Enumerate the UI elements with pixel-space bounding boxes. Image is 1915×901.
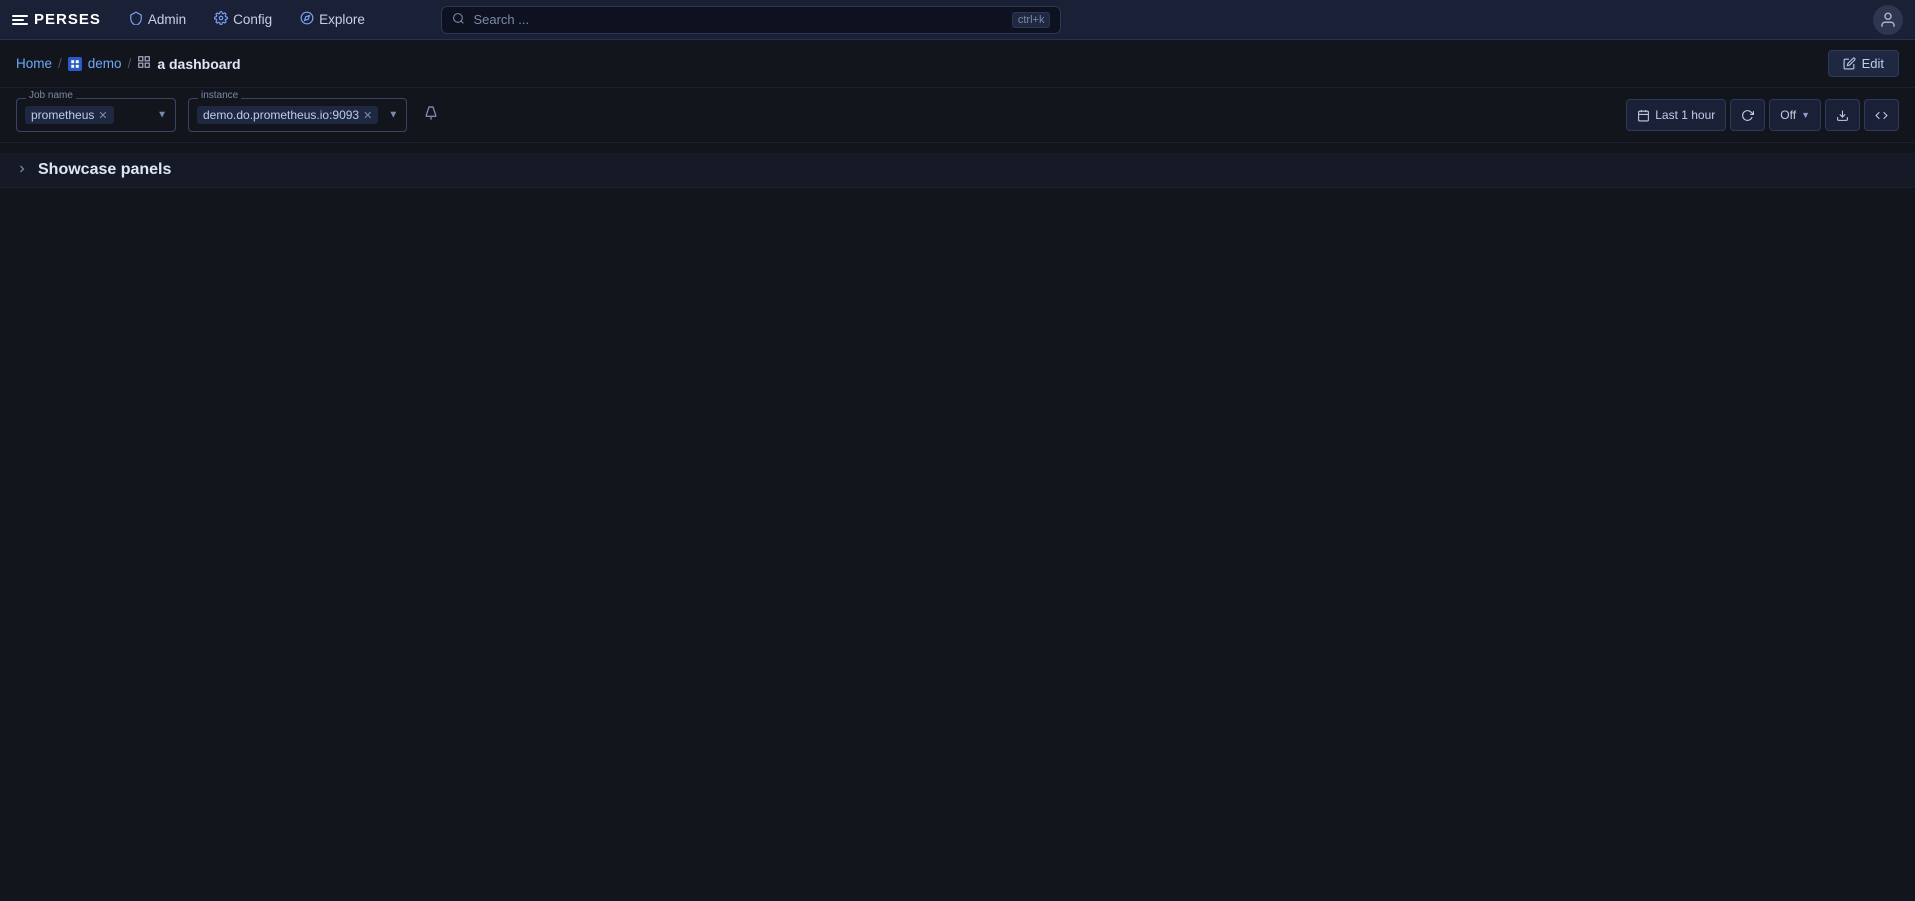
search-bar[interactable]: Search ... ctrl+k xyxy=(441,6,1061,34)
job-name-label: Job name xyxy=(26,90,76,101)
edit-button-label: Edit xyxy=(1862,56,1884,71)
gear-icon xyxy=(214,11,228,28)
top-navigation: PERSES Admin Config Explore xyxy=(0,0,1915,40)
search-icon xyxy=(452,12,465,28)
breadcrumb-demo[interactable]: demo xyxy=(88,56,122,71)
breadcrumb: Home / demo / a dashboard xyxy=(16,55,241,72)
refresh-button[interactable] xyxy=(1730,99,1765,131)
instance-filter: instance demo.do.prometheus.io:9093 ✕ ▼ xyxy=(188,98,407,132)
section-title: Showcase panels xyxy=(38,161,171,179)
right-controls: Last 1 hour Off ▼ xyxy=(1626,99,1899,131)
breadcrumb-sep-2: / xyxy=(128,56,132,71)
nav-item-config[interactable]: Config xyxy=(204,7,282,32)
compass-icon xyxy=(300,11,314,28)
download-button[interactable] xyxy=(1825,99,1860,131)
download-icon xyxy=(1836,109,1849,122)
code-icon xyxy=(1875,109,1888,122)
nav-item-explore[interactable]: Explore xyxy=(290,7,375,32)
breadcrumb-home[interactable]: Home xyxy=(16,56,52,71)
brand-label: PERSES xyxy=(34,11,101,28)
nav-explore-label: Explore xyxy=(319,12,365,27)
instance-tag: demo.do.prometheus.io:9093 ✕ xyxy=(197,106,378,124)
job-name-value: prometheus xyxy=(31,108,94,122)
instance-remove[interactable]: ✕ xyxy=(363,109,372,122)
brand-logo[interactable]: PERSES xyxy=(12,11,101,28)
nav-admin-label: Admin xyxy=(148,12,186,27)
demo-project-icon xyxy=(68,57,82,71)
breadcrumb-bar: Home / demo / a dashboard Edit xyxy=(0,40,1915,88)
instance-chevron-icon: ▼ xyxy=(388,110,398,121)
shield-icon xyxy=(129,11,143,28)
auto-refresh-button[interactable]: Off ▼ xyxy=(1769,99,1821,131)
job-name-remove[interactable]: ✕ xyxy=(98,109,107,122)
instance-select[interactable]: demo.do.prometheus.io:9093 ✕ ▼ xyxy=(188,98,407,132)
showcase-panels-header[interactable]: Showcase panels xyxy=(0,153,1915,188)
edit-icon xyxy=(1843,57,1856,70)
edit-button[interactable]: Edit xyxy=(1828,50,1899,77)
breadcrumb-current: a dashboard xyxy=(157,56,240,72)
search-shortcut: ctrl+k xyxy=(1012,12,1051,28)
time-range-button[interactable]: Last 1 hour xyxy=(1626,99,1726,131)
calendar-icon xyxy=(1637,109,1650,122)
time-range-label: Last 1 hour xyxy=(1655,108,1715,122)
job-name-tag: prometheus ✕ xyxy=(25,106,114,124)
filter-row: Job name prometheus ✕ ▼ instance demo.do… xyxy=(0,88,1915,143)
json-button[interactable] xyxy=(1864,99,1899,131)
job-name-select[interactable]: prometheus ✕ ▼ xyxy=(16,98,176,132)
job-name-chevron-icon: ▼ xyxy=(157,110,167,121)
pin-icon[interactable] xyxy=(423,105,439,126)
dashboard-icon xyxy=(137,55,151,72)
search-container: Search ... ctrl+k xyxy=(383,6,1120,34)
auto-refresh-chevron-icon: ▼ xyxy=(1801,110,1810,120)
user-avatar[interactable] xyxy=(1873,5,1903,35)
instance-label: instance xyxy=(198,90,241,101)
nav-config-label: Config xyxy=(233,12,272,27)
refresh-icon xyxy=(1741,109,1754,122)
job-name-filter: Job name prometheus ✕ ▼ xyxy=(16,98,176,132)
instance-value: demo.do.prometheus.io:9093 xyxy=(203,108,359,122)
menu-icon xyxy=(12,15,28,25)
nav-item-admin[interactable]: Admin xyxy=(119,7,196,32)
breadcrumb-sep-1: / xyxy=(58,56,62,71)
section-chevron-icon xyxy=(16,163,28,178)
panels-section: Showcase panels xyxy=(0,143,1915,198)
auto-refresh-label: Off xyxy=(1780,108,1796,122)
search-placeholder: Search ... xyxy=(473,12,1003,27)
